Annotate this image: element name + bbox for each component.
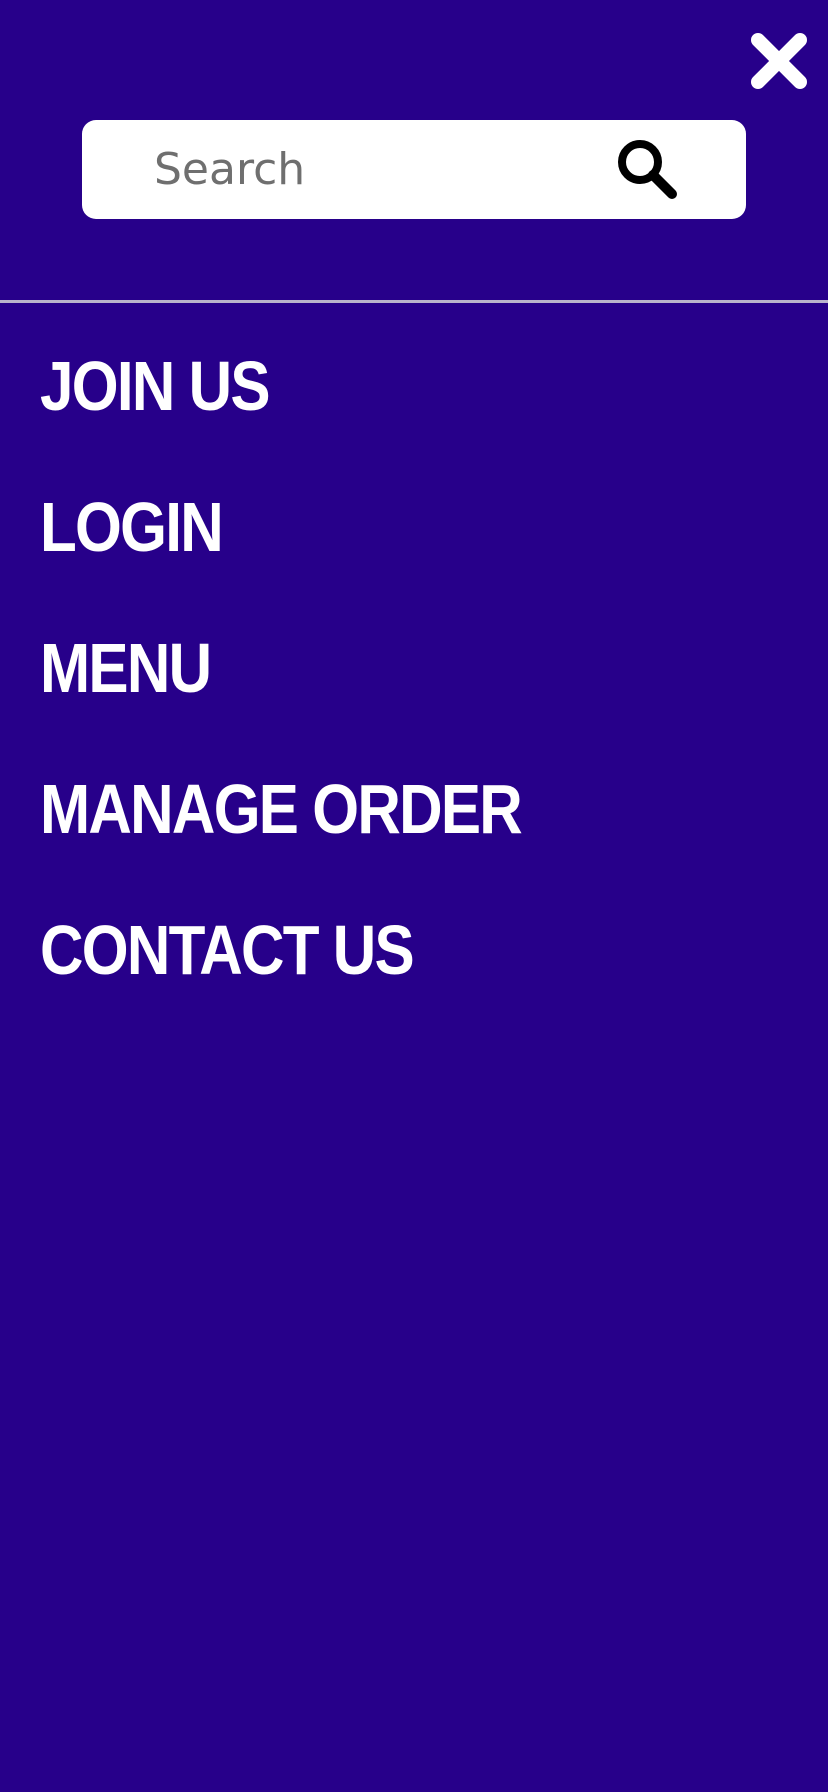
search-button[interactable]: [614, 136, 680, 202]
nav-item-menu[interactable]: MENU: [40, 628, 599, 769]
search-bar: [82, 120, 746, 219]
nav-item-label: LOGIN: [40, 488, 224, 566]
nav-item-label: MENU: [40, 629, 212, 707]
search-icon: [618, 140, 677, 199]
nav-item-label: CONTACT US: [40, 911, 415, 989]
nav-item-login[interactable]: LOGIN: [40, 487, 599, 628]
nav-item-join-us[interactable]: JOIN US: [40, 346, 599, 487]
close-menu-button[interactable]: [748, 30, 810, 92]
nav-item-manage-order[interactable]: MANAGE ORDER: [40, 769, 599, 910]
nav-item-contact-us[interactable]: CONTACT US: [40, 910, 599, 1051]
close-icon: [751, 33, 807, 89]
nav-item-label: MANAGE ORDER: [40, 770, 523, 848]
divider: [0, 300, 828, 303]
nav-menu: JOIN US LOGIN MENU MANAGE ORDER CONTACT …: [40, 346, 599, 1051]
nav-item-label: JOIN US: [40, 347, 271, 425]
search-input[interactable]: [154, 120, 594, 219]
